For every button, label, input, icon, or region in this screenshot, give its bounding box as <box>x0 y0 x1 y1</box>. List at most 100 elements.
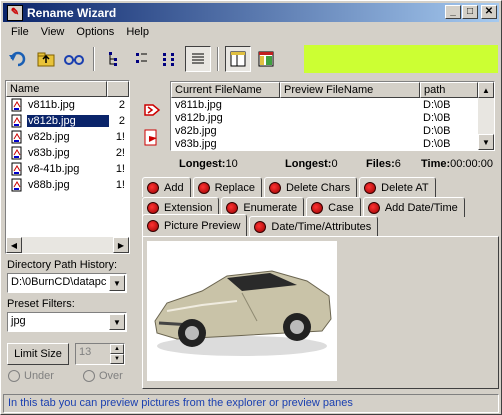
file-table-rows: v811b.jpg D:\0B v812b.jpg D:\0B v82b.jpg D:\0… <box>171 98 494 150</box>
time-stat: Time:00:00:00 <box>421 158 493 170</box>
image-file-icon <box>10 146 24 160</box>
cell-path: D:\0B <box>423 111 451 124</box>
limit-size-spinner[interactable]: 13 ▲ ▼ <box>75 343 125 365</box>
limit-size-button[interactable]: Limit Size <box>7 343 69 365</box>
file-size: 2 <box>118 115 125 127</box>
file-table: Current FileName Preview FileName path v… <box>170 81 495 151</box>
file-name: v83b.jpg <box>28 147 70 159</box>
menu-help[interactable]: Help <box>120 24 155 42</box>
close-button[interactable]: ✕ <box>481 5 497 19</box>
rename-preview-icon[interactable] <box>143 101 161 122</box>
file-size: 2! <box>115 147 125 159</box>
tab-add[interactable]: Add <box>142 177 191 197</box>
dir-history-value: D:\0BurnCD\datapc <box>11 276 107 288</box>
table-row[interactable]: v812b.jpg D:\0B <box>171 111 494 124</box>
dir-history-combo[interactable]: D:\0BurnCD\datapc ▼ <box>7 273 127 293</box>
tree-view-icon[interactable] <box>101 46 127 72</box>
preset-filters-combo[interactable]: jpg ▼ <box>7 312 127 332</box>
limit-size-value: 13 <box>79 346 92 358</box>
title-bar[interactable]: ✎ Rename Wizard _ □ ✕ <box>3 3 499 22</box>
cell-current: v812b.jpg <box>175 111 223 124</box>
menu-view[interactable]: View <box>35 24 71 42</box>
column-path[interactable]: path <box>420 82 478 98</box>
red-dot-icon <box>311 201 324 214</box>
toolbar-separator <box>93 47 95 71</box>
tab-delete-at[interactable]: Delete AT <box>359 177 436 197</box>
scroll-up-button[interactable]: ▲ <box>478 82 494 98</box>
minimize-button[interactable]: _ <box>445 5 461 19</box>
red-dot-icon <box>226 201 239 214</box>
scroll-right-button[interactable]: ▶ <box>113 237 129 253</box>
menu-file[interactable]: File <box>5 24 35 42</box>
colorful-panel-icon[interactable] <box>253 46 279 72</box>
file-list-header: Name <box>6 81 129 97</box>
file-list-rows: v811b.jpg 2 v812b.jpg 2 v82b.jpg 1! v83b.jpg 2!… <box>6 97 129 193</box>
list-item[interactable]: v83b.jpg 2! <box>6 145 129 161</box>
table-row[interactable]: v83b.jpg D:\0B <box>171 137 494 150</box>
window-title: Rename Wizard <box>27 5 117 20</box>
menu-options[interactable]: Options <box>70 24 120 42</box>
tab-date-time-attributes[interactable]: Date/Time/Attributes <box>249 216 379 236</box>
tab-picture-preview[interactable]: Picture Preview <box>142 214 248 236</box>
tab-add-date-time[interactable]: Add Date/Time <box>362 197 465 217</box>
list-item[interactable]: v811b.jpg 2 <box>6 97 129 113</box>
red-dot-icon <box>364 181 377 194</box>
undo-icon[interactable] <box>5 46 31 72</box>
spin-up-button[interactable]: ▲ <box>110 344 124 354</box>
scroll-down-button[interactable]: ▼ <box>478 134 494 150</box>
file-table-header: Current FileName Preview FileName path <box>171 82 494 98</box>
details-icon[interactable] <box>185 46 211 72</box>
file-name: v88b.jpg <box>28 179 70 191</box>
column-size-header[interactable] <box>107 81 129 97</box>
file-table-vscroll[interactable]: ▲ ▼ <box>478 82 494 150</box>
tab-delete-chars[interactable]: Delete Chars <box>263 177 358 197</box>
table-row[interactable]: v811b.jpg D:\0B <box>171 98 494 111</box>
car-preview-image <box>147 241 337 381</box>
cell-current: v811b.jpg <box>175 98 222 111</box>
main-window: ✎ Rename Wizard _ □ ✕ File View Options … <box>0 0 502 415</box>
column-current-filename[interactable]: Current FileName <box>171 82 280 98</box>
file-size: 1! <box>115 163 125 175</box>
file-name: v811b.jpg <box>28 99 75 111</box>
red-dot-icon <box>197 181 210 194</box>
file-list-panel: Name v811b.jpg 2 v812b.jpg 2 v82b.jpg 1! v83b.… <box>5 80 130 254</box>
glasses-icon[interactable] <box>61 46 87 72</box>
dir-history-label: Directory Path History: <box>7 259 118 271</box>
panel-icon[interactable] <box>225 46 251 72</box>
longest-preview-stat: Longest:0 <box>285 158 338 170</box>
cell-path: D:\0B <box>423 98 451 111</box>
list-item[interactable]: v8-41b.jpg 1! <box>6 161 129 177</box>
rename-execute-icon[interactable] <box>143 128 161 151</box>
list-item[interactable]: v812b.jpg 2 <box>6 113 129 129</box>
under-radio[interactable]: Under <box>8 370 54 382</box>
status-bar: In this tab you can preview pictures fro… <box>3 394 499 413</box>
file-name: v82b.jpg <box>28 131 70 143</box>
spin-down-button[interactable]: ▼ <box>110 354 124 364</box>
file-list-hscroll[interactable]: ◀ ▶ <box>6 237 129 253</box>
list-view-icon[interactable] <box>129 46 155 72</box>
maximize-button[interactable]: □ <box>462 5 478 19</box>
tab-case[interactable]: Case <box>306 197 361 217</box>
menu-bar: File View Options Help <box>5 24 155 42</box>
over-radio[interactable]: Over <box>83 370 123 382</box>
list-item[interactable]: v88b.jpg 1! <box>6 177 129 193</box>
vertical-splitter[interactable] <box>133 80 137 389</box>
chevron-down-icon[interactable]: ▼ <box>109 275 125 291</box>
list-item[interactable]: v82b.jpg 1! <box>6 129 129 145</box>
small-icons-icon[interactable] <box>157 46 183 72</box>
image-file-icon <box>10 162 24 176</box>
chevron-down-icon[interactable]: ▼ <box>109 314 125 330</box>
file-size: 2 <box>118 99 125 111</box>
cell-current: v82b.jpg <box>175 124 217 137</box>
toolbar-separator <box>217 47 219 71</box>
image-file-icon <box>10 114 24 128</box>
scroll-left-button[interactable]: ◀ <box>6 237 22 253</box>
cell-path: D:\0B <box>423 137 451 150</box>
table-row[interactable]: v82b.jpg D:\0B <box>171 124 494 137</box>
folder-up-icon[interactable] <box>33 46 59 72</box>
red-dot-icon <box>147 219 159 232</box>
column-preview-filename[interactable]: Preview FileName <box>280 82 420 98</box>
file-size: 1! <box>115 179 125 191</box>
tab-replace[interactable]: Replace <box>192 177 262 197</box>
column-name-header[interactable]: Name <box>6 81 107 97</box>
